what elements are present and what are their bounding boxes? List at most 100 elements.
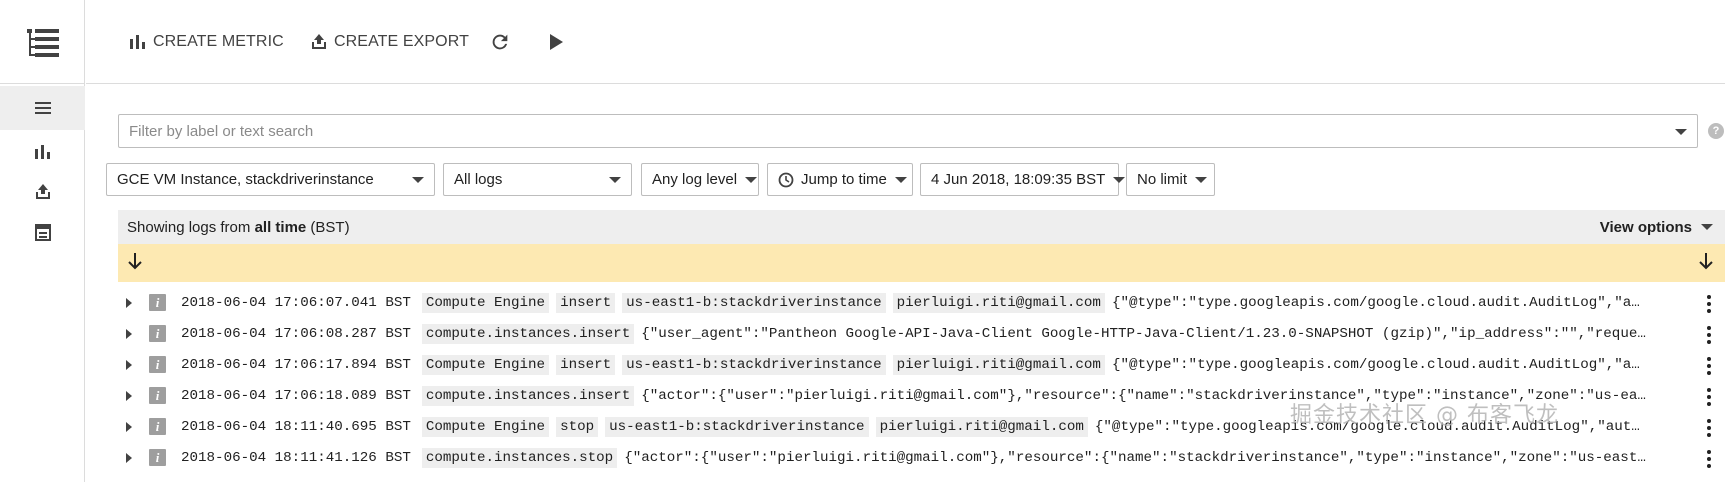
expand-arrow-icon[interactable]	[118, 390, 140, 401]
info-icon: i	[149, 449, 166, 466]
log-timestamp: 2018-06-04 17:06:08.287 BST	[181, 325, 411, 342]
bar-chart-icon	[34, 145, 50, 159]
log-payload: {"user_agent":"Pantheon Google-API-Java-…	[641, 325, 1646, 342]
refresh-icon	[492, 34, 508, 50]
logs-range-text: Showing logs from all time (BST)	[127, 218, 350, 236]
chevron-down-icon	[1701, 224, 1713, 230]
log-label-chip[interactable]: pierluigi.riti@gmail.com	[892, 292, 1105, 313]
log-payload: {"actor":{"user":"pierluigi.riti@gmail.c…	[624, 449, 1646, 466]
log-timestamp: 2018-06-04 18:11:41.126 BST	[181, 449, 411, 466]
list-icon	[34, 102, 51, 114]
log-label-chip[interactable]: compute.instances.insert	[421, 323, 635, 344]
log-entry-row[interactable]: i 2018-06-04 17:06:17.894 BST Compute Engi…	[118, 349, 1725, 380]
rail-exports-button[interactable]	[0, 170, 85, 214]
log-label-chip[interactable]: pierluigi.riti@gmail.com	[892, 354, 1105, 375]
newer-logs-bar	[118, 244, 1725, 282]
watermark: 掘金技术社区 @ 布客飞龙	[1290, 403, 1559, 428]
help-icon[interactable]: ?	[1708, 123, 1724, 139]
expand-arrow-icon[interactable]	[118, 297, 140, 308]
filter-input[interactable]	[129, 122, 1629, 140]
more-vert-icon[interactable]	[1707, 450, 1711, 468]
export-icon	[35, 184, 50, 199]
create-export-button[interactable]: CREATE EXPORT	[311, 28, 469, 56]
log-label-chip[interactable]: pierluigi.riti@gmail.com	[875, 416, 1088, 437]
view-options-label: View options	[1599, 218, 1692, 236]
logs-selector-label: All logs	[454, 171, 503, 188]
log-label-chip[interactable]: Compute Engine	[421, 292, 550, 313]
info-icon: i	[149, 387, 166, 404]
create-export-label: CREATE EXPORT	[334, 33, 469, 50]
log-label-chip[interactable]: us-east1-b:stackdriverinstance	[622, 292, 886, 313]
datetime-label: 4 Jun 2018, 18:09:35 BST	[931, 171, 1106, 188]
log-level-label: Any log level	[652, 171, 738, 188]
clock-icon	[778, 172, 794, 187]
log-label-chip[interactable]: Compute Engine	[421, 354, 550, 375]
info-icon: i	[149, 294, 166, 311]
play-icon	[550, 34, 563, 50]
log-label-chip[interactable]: insert	[556, 292, 616, 313]
chevron-down-icon	[1113, 176, 1126, 183]
create-metric-button[interactable]: CREATE METRIC	[130, 28, 284, 56]
chevron-down-icon[interactable]	[1675, 129, 1687, 135]
more-vert-icon[interactable]	[1707, 357, 1711, 375]
logs-range-value: all time	[254, 218, 307, 236]
log-timestamp: 2018-06-04 17:06:18.089 BST	[181, 387, 411, 404]
log-timestamp: 2018-06-04 17:06:17.894 BST	[181, 356, 411, 373]
log-label-chip[interactable]: us-east1-b:stackdriverinstance	[605, 416, 869, 437]
expand-arrow-icon[interactable]	[118, 359, 140, 370]
log-entry-row[interactable]: i 2018-06-04 18:11:41.126 BST compute.inst…	[118, 442, 1725, 473]
chevron-down-icon	[894, 176, 907, 183]
more-vert-icon[interactable]	[1707, 419, 1711, 437]
log-entry-row[interactable]: i 2018-06-04 17:06:08.287 BST compute.inst…	[118, 318, 1725, 349]
chevron-down-icon	[1195, 176, 1208, 183]
rail-metrics-button[interactable]	[0, 130, 85, 174]
expand-arrow-icon[interactable]	[118, 421, 140, 432]
export-icon	[312, 34, 326, 49]
chevron-down-icon	[412, 176, 424, 183]
refresh-button[interactable]	[486, 28, 514, 56]
logs-viewer-icon[interactable]	[0, 0, 85, 84]
stream-logs-button[interactable]	[542, 28, 570, 56]
more-vert-icon[interactable]	[1707, 388, 1711, 406]
resource-selector-label: GCE VM Instance, stackdriverinstance	[117, 171, 374, 188]
log-label-chip[interactable]: insert	[556, 354, 616, 375]
log-label-chip[interactable]: Compute Engine	[421, 416, 550, 437]
chevron-down-icon	[609, 176, 621, 183]
datetime-selector[interactable]: 4 Jun 2018, 18:09:35 BST	[920, 163, 1126, 196]
log-entries-list: i 2018-06-04 17:06:07.041 BST Compute Engi…	[118, 287, 1725, 473]
log-label-chip[interactable]: compute.instances.insert	[421, 385, 635, 406]
jump-to-time-label: Jump to time	[801, 171, 887, 188]
filter-box[interactable]	[118, 114, 1698, 148]
limit-label: No limit	[1137, 171, 1188, 188]
arrow-down-icon[interactable]	[1699, 252, 1713, 270]
view-options-button[interactable]: View options	[1600, 219, 1713, 236]
log-label-chip[interactable]: compute.instances.stop	[421, 447, 618, 468]
create-metric-label: CREATE METRIC	[153, 33, 284, 50]
storage-icon	[34, 223, 51, 241]
log-payload: {"@type":"type.googleapis.com/google.clo…	[1111, 294, 1640, 311]
rail-resource-usage-button[interactable]	[0, 210, 85, 254]
more-vert-icon[interactable]	[1707, 295, 1711, 313]
log-timestamp: 2018-06-04 17:06:07.041 BST	[181, 294, 411, 311]
jump-to-time-selector[interactable]: Jump to time	[767, 163, 913, 196]
logs-selector[interactable]: All logs	[443, 163, 632, 196]
side-rail	[0, 0, 85, 482]
log-label-chip[interactable]: stop	[556, 416, 599, 437]
toolbar: CREATE METRIC CREATE EXPORT	[86, 0, 1725, 84]
logs-range-bar: Showing logs from all time (BST) View op…	[118, 210, 1725, 244]
log-label-chip[interactable]: us-east1-b:stackdriverinstance	[622, 354, 886, 375]
arrow-down-icon[interactable]	[128, 252, 142, 270]
log-payload: {"actor":{"user":"pierluigi.riti@gmail.c…	[641, 387, 1646, 404]
more-vert-icon[interactable]	[1707, 326, 1711, 344]
expand-arrow-icon[interactable]	[118, 452, 140, 463]
log-level-selector[interactable]: Any log level	[641, 163, 759, 196]
rail-logs-button[interactable]	[0, 86, 85, 130]
info-icon: i	[149, 356, 166, 373]
log-entry-row[interactable]: i 2018-06-04 17:06:07.041 BST Compute Engi…	[118, 287, 1725, 318]
info-icon: i	[149, 418, 166, 435]
bar-chart-icon	[130, 35, 145, 49]
expand-arrow-icon[interactable]	[118, 328, 140, 339]
resource-selector[interactable]: GCE VM Instance, stackdriverinstance	[106, 163, 435, 196]
limit-selector[interactable]: No limit	[1126, 163, 1215, 196]
info-icon: i	[149, 325, 166, 342]
